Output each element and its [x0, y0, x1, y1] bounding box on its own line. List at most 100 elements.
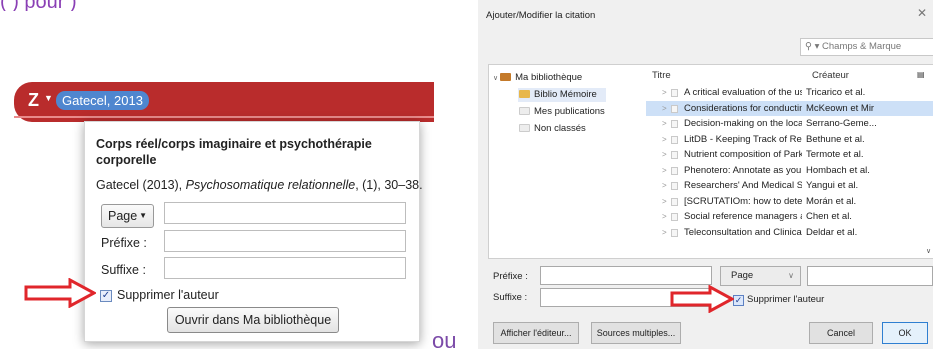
dialog-title: Ajouter/Modifier la citation	[486, 10, 596, 21]
chevron-down-icon: ▼	[139, 211, 147, 220]
document-icon	[671, 228, 678, 237]
row-title: Social reference managers an...	[684, 211, 802, 222]
chevron-right-icon[interactable]: >	[662, 132, 667, 147]
dialog-suffix-label: Suffixe :	[493, 292, 528, 303]
table-row[interactable]: > Decision-making on the loca... Serrano-G…	[646, 116, 933, 131]
chevron-right-icon[interactable]: >	[662, 147, 667, 162]
row-title: LitDB - Keeping Track of Res...	[684, 133, 802, 145]
row-title: Phenotero: Annotate as you ...	[684, 164, 802, 176]
row-title: Decision-making on the loca...	[684, 118, 802, 129]
table-row[interactable]: > LitDB - Keeping Track of Res... Bethune …	[646, 132, 933, 147]
document-icon	[671, 151, 678, 159]
table-row[interactable]: > Social reference managers an... Chen et …	[646, 209, 933, 224]
chevron-right-icon[interactable]: >	[662, 209, 667, 224]
row-creator: McKeown et Mir	[806, 102, 875, 114]
red-arrow-icon	[24, 278, 96, 308]
row-creator: Chen et al.	[806, 211, 852, 222]
separator-word: ou	[432, 328, 457, 349]
chevron-down-icon: ∨	[493, 75, 499, 82]
prefix-label: Préfixe :	[101, 236, 147, 250]
library-item-unfiled[interactable]: Non classés	[519, 122, 586, 136]
document-icon	[671, 166, 678, 175]
show-editor-button[interactable]: Afficher l'éditeur...	[493, 322, 579, 344]
chevron-right-icon[interactable]: >	[662, 85, 667, 100]
row-creator: Morán et al.	[806, 195, 857, 207]
document-icon	[671, 197, 678, 206]
chevron-right-icon[interactable]: >	[662, 194, 667, 209]
dialog-locator-input[interactable]	[807, 266, 933, 286]
chevron-right-icon[interactable]: >	[662, 163, 667, 178]
cancel-button[interactable]: Cancel	[809, 322, 873, 344]
folder-icon	[500, 73, 512, 81]
row-title: Considerations for conductin...	[684, 102, 802, 114]
table-row[interactable]: > Researchers' And Medical St... Yangui et…	[646, 178, 933, 193]
row-creator: Deldar et al.	[806, 226, 858, 238]
row-title: [SCRUTATIOm: how to detec...	[684, 195, 802, 207]
column-header-creator[interactable]: Créateur	[812, 70, 849, 81]
document-icon	[671, 104, 678, 113]
dialog-locator-dropdown[interactable]: Page ∨	[720, 266, 801, 286]
open-library-button[interactable]: Ouvrir dans Ma bibliothèque	[167, 307, 339, 333]
table-row[interactable]: > Teleconsultation and Clinical ... Deldar…	[646, 225, 933, 240]
chevron-down-icon[interactable]: ▼	[44, 93, 53, 103]
locator-type-dropdown[interactable]: Page ▼	[101, 204, 154, 228]
red-arrow-icon	[670, 285, 734, 313]
items-scrollbar[interactable]: ∨	[925, 67, 933, 257]
items-list: Titre Créateur ▤ > A critical evaluation …	[646, 64, 933, 259]
chevron-down-icon[interactable]: ∨	[926, 247, 931, 255]
ok-button[interactable]: OK	[882, 322, 928, 344]
library-item-biblio-memoire[interactable]: Biblio Mémoire	[519, 88, 597, 102]
table-row[interactable]: > Phenotero: Annotate as you ... Hombach e…	[646, 163, 933, 178]
chevron-right-icon[interactable]: >	[662, 225, 667, 240]
row-title: A critical evaluation of the us...	[684, 87, 802, 98]
row-title: Nutrient composition of Park...	[684, 149, 802, 160]
popup-item-title: Corps réel/corps imaginaire et psychothé…	[96, 137, 372, 167]
row-creator: Bethune et al.	[806, 133, 865, 145]
document-icon	[519, 107, 530, 115]
dialog-suppress-author-checkbox[interactable]: ✓	[733, 295, 744, 306]
suppress-author-label: Supprimer l'auteur	[117, 288, 219, 302]
popup-item-source: Gatecel (2013), Psychosomatique relation…	[96, 178, 423, 192]
row-creator: Tricarico et al.	[806, 87, 866, 98]
suffix-label: Suffixe :	[101, 263, 146, 277]
row-title: Researchers' And Medical St...	[684, 180, 802, 191]
locator-input[interactable]	[164, 202, 406, 224]
document-icon	[519, 124, 530, 132]
search-input[interactable]: ⚲ ▾ Champs & Marque	[800, 38, 933, 56]
popup-journal: Psychosomatique relationnelle	[185, 178, 356, 192]
multiple-sources-button[interactable]: Sources multiples...	[591, 322, 681, 344]
table-row[interactable]: > A critical evaluation of the us... Trica…	[646, 85, 933, 100]
zotero-logo-icon[interactable]: Z	[28, 90, 39, 110]
prefix-input[interactable]	[164, 230, 406, 252]
citation-bubble[interactable]: Gatecel, 2013	[56, 91, 149, 110]
folder-icon	[519, 90, 530, 98]
document-icon	[671, 135, 678, 144]
citation-popup: Corps réel/corps imaginaire et psychothé…	[84, 121, 423, 342]
document-icon	[671, 182, 678, 190]
chevron-down-icon: ∨	[788, 271, 794, 280]
dialog-prefix-input[interactable]	[540, 266, 712, 285]
caption-fragment: ( ) pour )	[0, 0, 77, 11]
suffix-input[interactable]	[164, 257, 406, 279]
row-creator: Serrano-Geme...	[806, 118, 877, 129]
chevron-right-icon[interactable]: >	[662, 101, 667, 116]
document-icon	[671, 89, 678, 97]
close-icon[interactable]: ✕	[917, 6, 927, 20]
row-creator: Yangui et al.	[806, 180, 859, 191]
column-picker-icon[interactable]: ▤	[917, 70, 925, 79]
dialog-suppress-author-label: Supprimer l'auteur	[747, 294, 825, 305]
suppress-author-checkbox[interactable]: ✓	[100, 290, 112, 302]
document-icon	[671, 213, 678, 221]
column-header-title[interactable]: Titre	[652, 70, 671, 81]
table-row[interactable]: > [SCRUTATIOm: how to detec... Morán et al…	[646, 194, 933, 209]
library-root[interactable]: ∨ Ma bibliothèque	[493, 71, 582, 85]
library-tree: ∨ Ma bibliothèque Biblio Mémoire Mes publ…	[488, 64, 648, 259]
row-creator: Termote et al.	[806, 149, 864, 160]
document-icon	[671, 120, 678, 128]
table-row[interactable]: > Nutrient composition of Park... Termote …	[646, 147, 933, 162]
chevron-right-icon[interactable]: >	[662, 178, 667, 193]
chevron-right-icon[interactable]: >	[662, 116, 667, 131]
row-creator: Hombach et al.	[806, 164, 870, 176]
library-item-my-publications[interactable]: Mes publications	[519, 105, 605, 119]
table-row[interactable]: > Considerations for conductin... McKeown …	[646, 100, 933, 116]
